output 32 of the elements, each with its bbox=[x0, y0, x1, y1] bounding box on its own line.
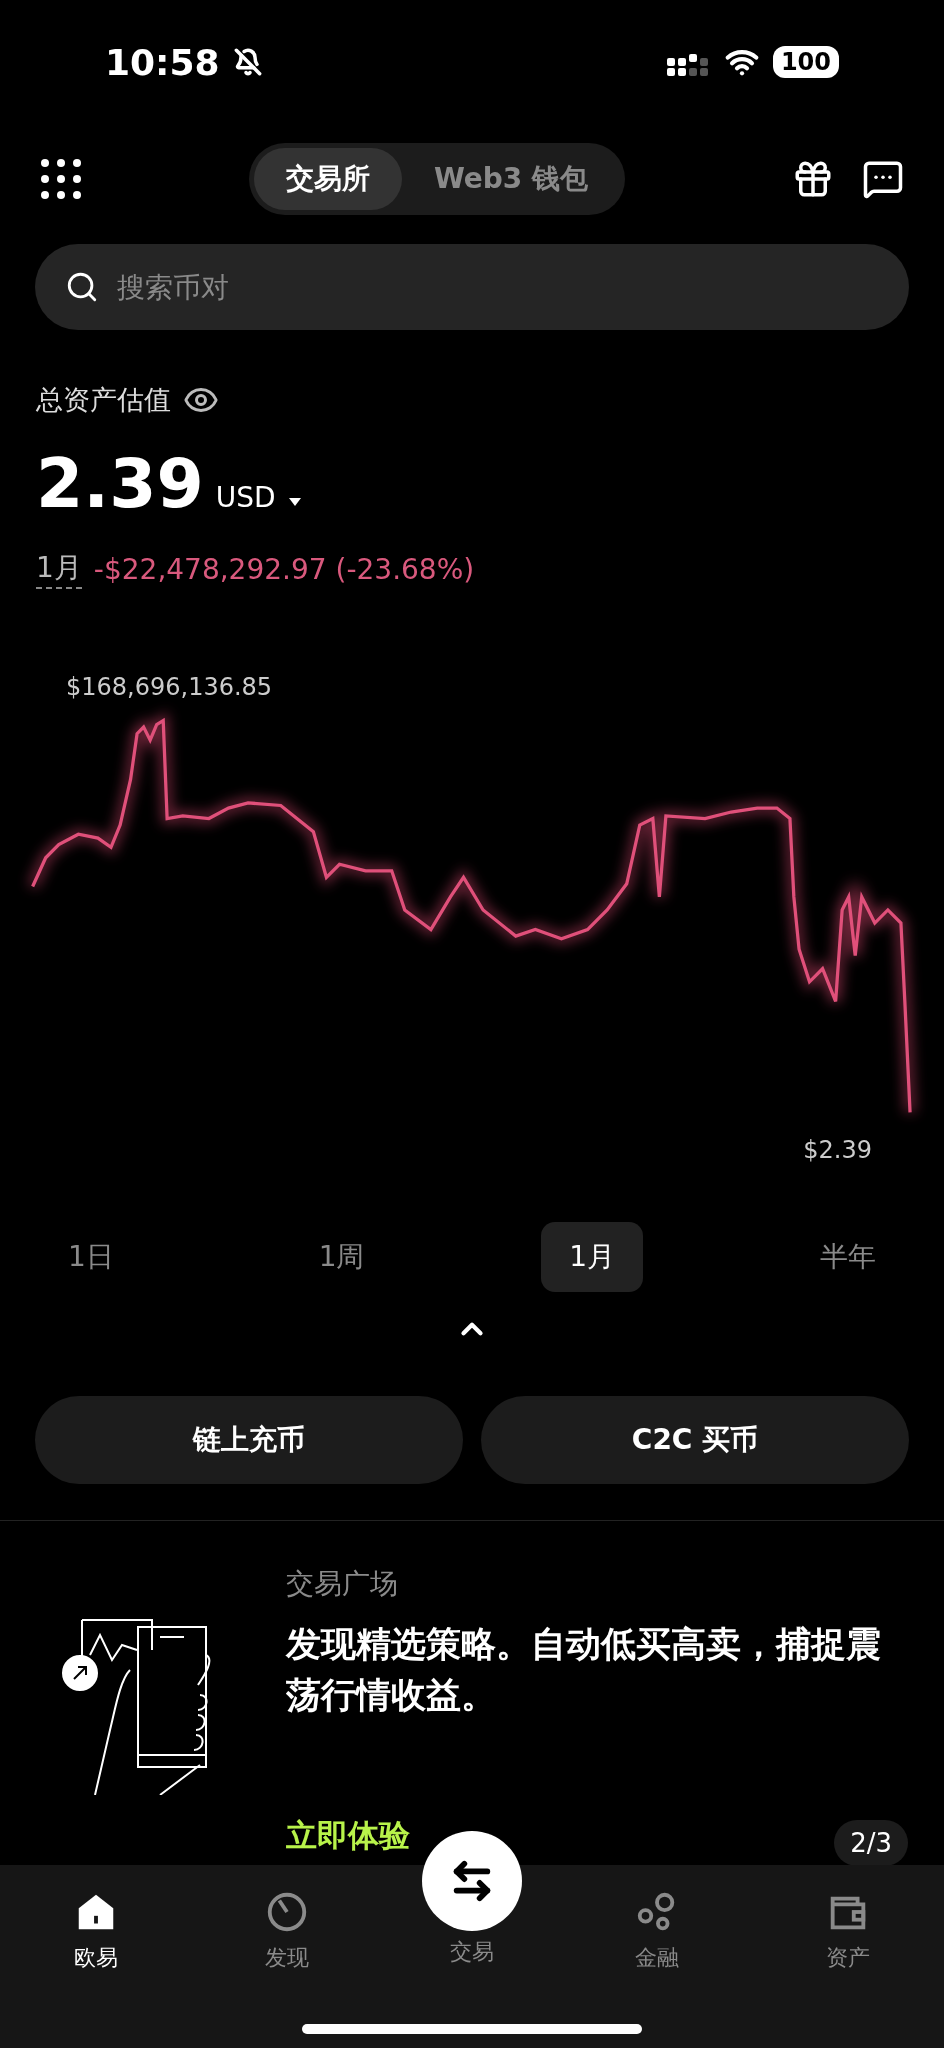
period-tab[interactable]: 1月 bbox=[541, 1222, 644, 1292]
search-icon bbox=[65, 270, 99, 304]
nav-item[interactable]: 资产 bbox=[752, 1865, 944, 1975]
action-button[interactable]: C2C 买币 bbox=[481, 1396, 909, 1484]
battery-icon: 100 bbox=[772, 46, 839, 78]
nav-item[interactable]: 发现 bbox=[191, 1865, 383, 1975]
period-tab[interactable]: 1日 bbox=[40, 1222, 142, 1292]
search-field[interactable]: 搜索币对 bbox=[115, 269, 879, 305]
currency-selector[interactable]: USD bbox=[215, 481, 276, 514]
total-assets-label: 总资产估值 bbox=[36, 383, 171, 417]
dropdown-caret-icon[interactable] bbox=[287, 497, 302, 507]
period-tab[interactable]: 1周 bbox=[290, 1222, 393, 1292]
search-bar[interactable]: 搜索币对 bbox=[35, 244, 909, 330]
banner-text: 发现精选策略。自动低买高卖，捕捉震荡行情收益。 bbox=[286, 1623, 882, 1717]
balance-value: 2.39 bbox=[36, 444, 204, 523]
banner-category: 交易广场 bbox=[286, 1566, 399, 1602]
mode-tab[interactable]: Web3 钱包 bbox=[401, 148, 621, 210]
nav-label[interactable]: 交易 bbox=[450, 1937, 494, 1967]
chart-min-label: $2.39 bbox=[803, 1136, 872, 1164]
period-label[interactable]: 1月 bbox=[36, 549, 82, 589]
nav-item[interactable]: 金融 bbox=[561, 1865, 753, 1975]
page-indicator: 2/3 bbox=[834, 1820, 908, 1866]
chart-max-label: $168,696,136.85 bbox=[66, 673, 273, 701]
period-tab[interactable]: 半年 bbox=[791, 1222, 904, 1292]
nav-item[interactable]: 欧易 bbox=[0, 1865, 192, 1975]
grid-menu-icon[interactable] bbox=[40, 158, 82, 200]
pnl-change: -$22,478,292.97 (-23.68%) bbox=[93, 552, 475, 586]
status-time: 10:58 bbox=[105, 41, 220, 83]
try-now-link[interactable]: 立即体验 bbox=[286, 1816, 410, 1854]
bell-off-icon bbox=[233, 48, 262, 76]
mode-tab[interactable]: 交易所 bbox=[253, 148, 402, 210]
action-button[interactable]: 链上充币 bbox=[35, 1396, 463, 1484]
